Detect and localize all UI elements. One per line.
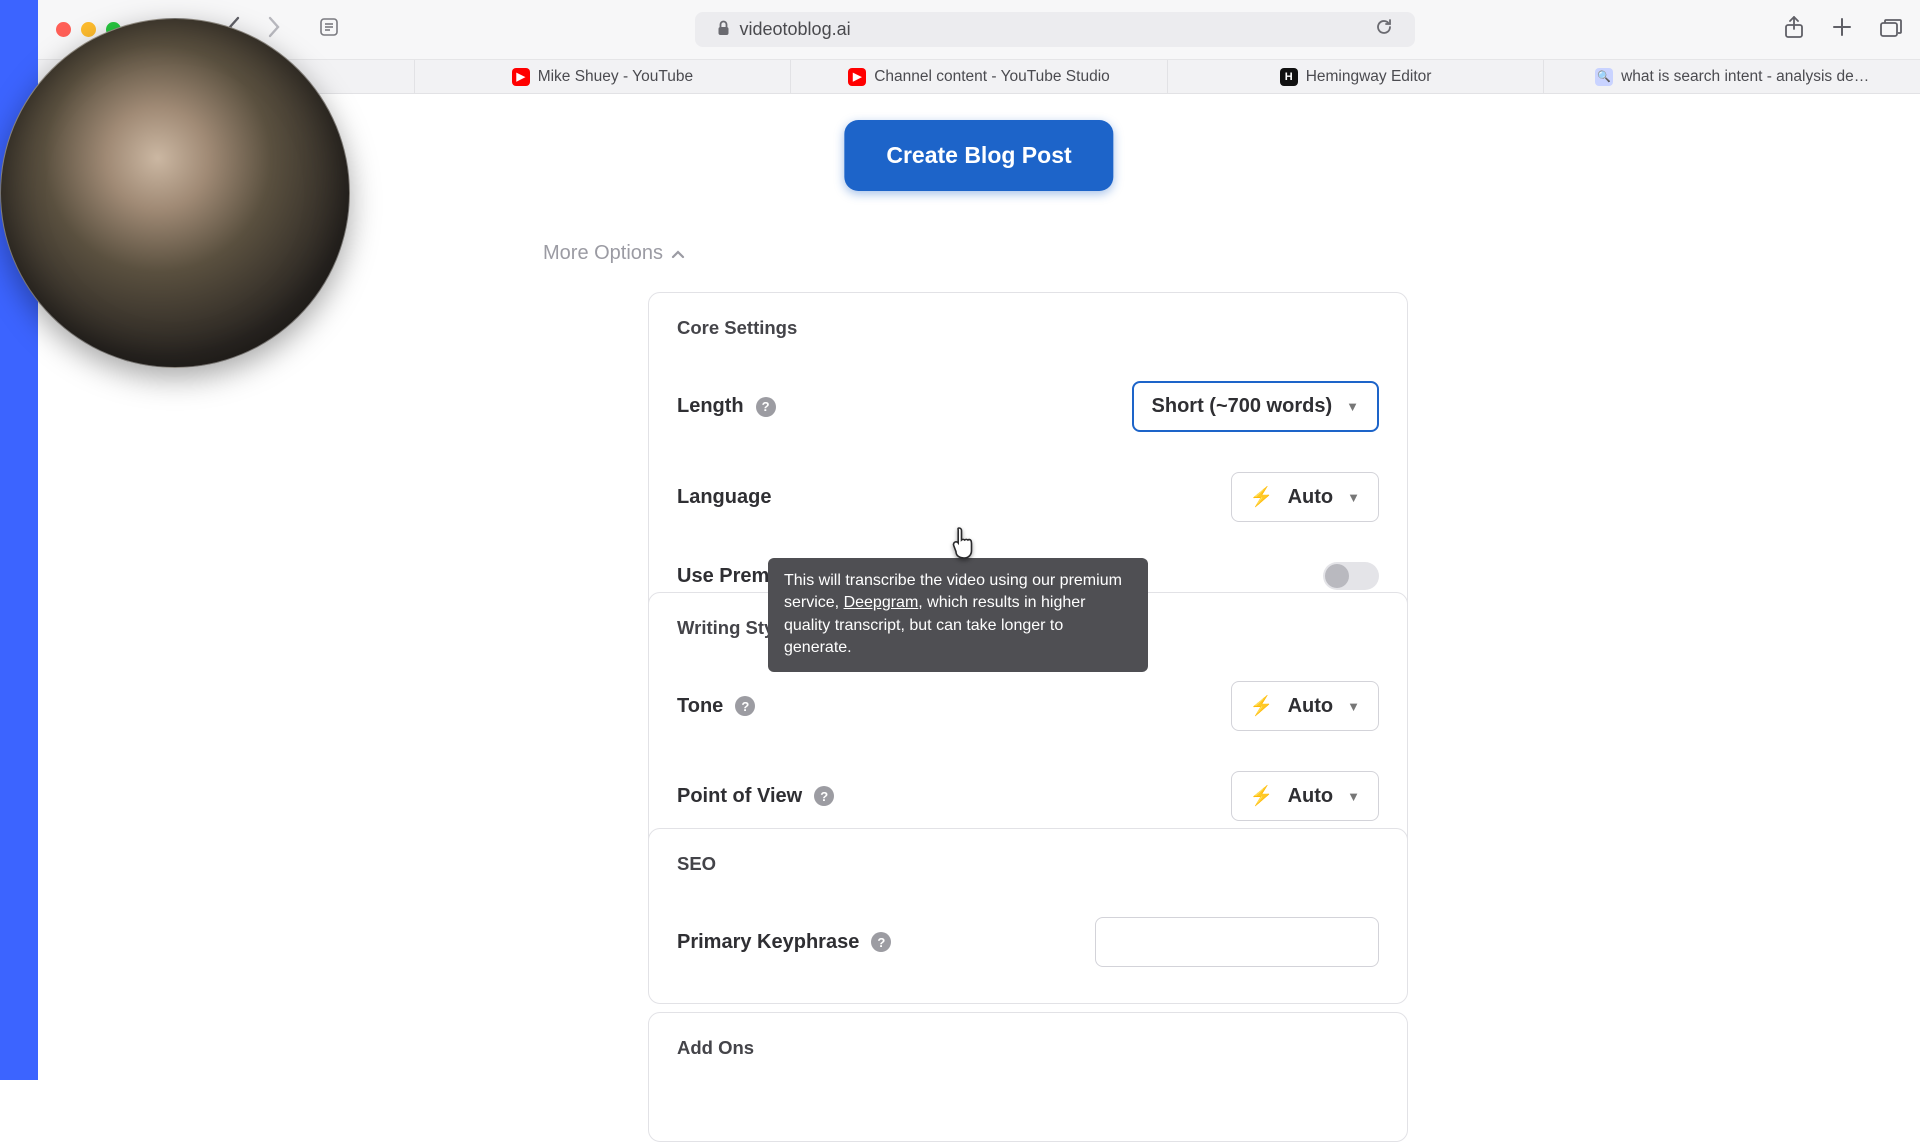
help-icon[interactable]: ? <box>735 696 755 716</box>
keyphrase-input[interactable] <box>1095 917 1379 967</box>
pov-row: Point of View ? ⚡ Auto ▼ <box>677 751 1379 829</box>
minimize-window-icon[interactable] <box>81 22 96 37</box>
chevron-down-icon: ▼ <box>1347 789 1360 804</box>
tab-strip: Mmikesaidthat.com ▶Mike Shuey - YouTube … <box>38 60 1920 94</box>
more-options-toggle[interactable]: More Options <box>543 242 685 265</box>
help-icon[interactable]: ? <box>871 932 891 952</box>
presenter-webcam <box>0 18 350 368</box>
help-icon[interactable]: ? <box>814 786 834 806</box>
pov-select[interactable]: ⚡ Auto ▼ <box>1231 771 1379 821</box>
tab-search-intent[interactable]: 🔍 what is search intent - analysis de… <box>1544 60 1920 93</box>
keyphrase-label: Primary Keyphrase <box>677 931 859 954</box>
tab-label: what is search intent - analysis de… <box>1621 68 1869 86</box>
reader-icon[interactable] <box>319 17 339 42</box>
bolt-icon: ⚡ <box>1250 694 1274 718</box>
addons-card: Add Ons <box>648 1012 1408 1142</box>
forward-icon <box>267 16 281 43</box>
address-bar[interactable]: videotoblog.ai <box>695 12 1415 47</box>
language-label: Language <box>677 486 771 509</box>
tooltip-link[interactable]: Deepgram <box>844 594 919 611</box>
reload-icon[interactable] <box>1375 18 1393 41</box>
pov-value: Auto <box>1288 785 1334 808</box>
length-row: Length ? Short (~700 words) ▼ <box>677 361 1379 452</box>
pov-label: Point of View <box>677 785 802 808</box>
tab-label: Hemingway Editor <box>1306 68 1432 86</box>
length-value: Short (~700 words) <box>1152 395 1333 418</box>
tab-label: Mike Shuey - YouTube <box>538 68 693 86</box>
browser-toolbar: videotoblog.ai <box>38 0 1920 60</box>
help-icon[interactable]: ? <box>756 397 776 417</box>
tone-value: Auto <box>1288 695 1334 718</box>
length-select[interactable]: Short (~700 words) ▼ <box>1132 381 1379 432</box>
tab-label: Channel content - YouTube Studio <box>874 68 1110 86</box>
chevron-down-icon: ▼ <box>1347 490 1360 505</box>
tabs-overview-icon[interactable] <box>1880 17 1902 43</box>
keyphrase-row: Primary Keyphrase ? <box>677 897 1379 975</box>
language-select[interactable]: ⚡ Auto ▼ <box>1231 472 1379 522</box>
create-blog-post-button[interactable]: Create Blog Post <box>844 120 1113 191</box>
chevron-down-icon: ▼ <box>1347 699 1360 714</box>
premium-toggle[interactable] <box>1323 562 1379 590</box>
seo-card: SEO Primary Keyphrase ? <box>648 828 1408 1004</box>
language-value: Auto <box>1288 486 1334 509</box>
lock-icon <box>717 20 730 39</box>
new-tab-icon[interactable] <box>1832 17 1852 43</box>
toggle-knob <box>1325 564 1349 588</box>
core-settings-title: Core Settings <box>677 317 1379 339</box>
addons-title: Add Ons <box>677 1037 1379 1059</box>
favicon-icon: 🔍 <box>1595 68 1613 86</box>
seo-title: SEO <box>677 853 1379 875</box>
chevron-up-icon <box>671 246 685 262</box>
length-label: Length <box>677 395 744 418</box>
close-window-icon[interactable] <box>56 22 71 37</box>
more-options-label: More Options <box>543 242 663 265</box>
premium-tooltip: This will transcribe the video using our… <box>768 558 1148 672</box>
url-host: videotoblog.ai <box>740 19 851 40</box>
favicon-icon: ▶ <box>848 68 866 86</box>
tone-select[interactable]: ⚡ Auto ▼ <box>1231 681 1379 731</box>
tab-youtube-studio[interactable]: ▶ Channel content - YouTube Studio <box>791 60 1168 93</box>
chevron-down-icon: ▼ <box>1346 399 1359 414</box>
tone-label: Tone <box>677 695 723 718</box>
bolt-icon: ⚡ <box>1250 485 1274 509</box>
share-icon[interactable] <box>1784 16 1804 44</box>
tab-hemingway[interactable]: H Hemingway Editor <box>1168 60 1545 93</box>
tone-row: Tone ? ⚡ Auto ▼ <box>677 661 1379 751</box>
language-row: Language ⚡ Auto ▼ <box>677 452 1379 542</box>
bolt-icon: ⚡ <box>1250 784 1274 808</box>
favicon-icon: H <box>1280 68 1298 86</box>
tab-youtube[interactable]: ▶ Mike Shuey - YouTube <box>415 60 792 93</box>
favicon-icon: ▶ <box>512 68 530 86</box>
